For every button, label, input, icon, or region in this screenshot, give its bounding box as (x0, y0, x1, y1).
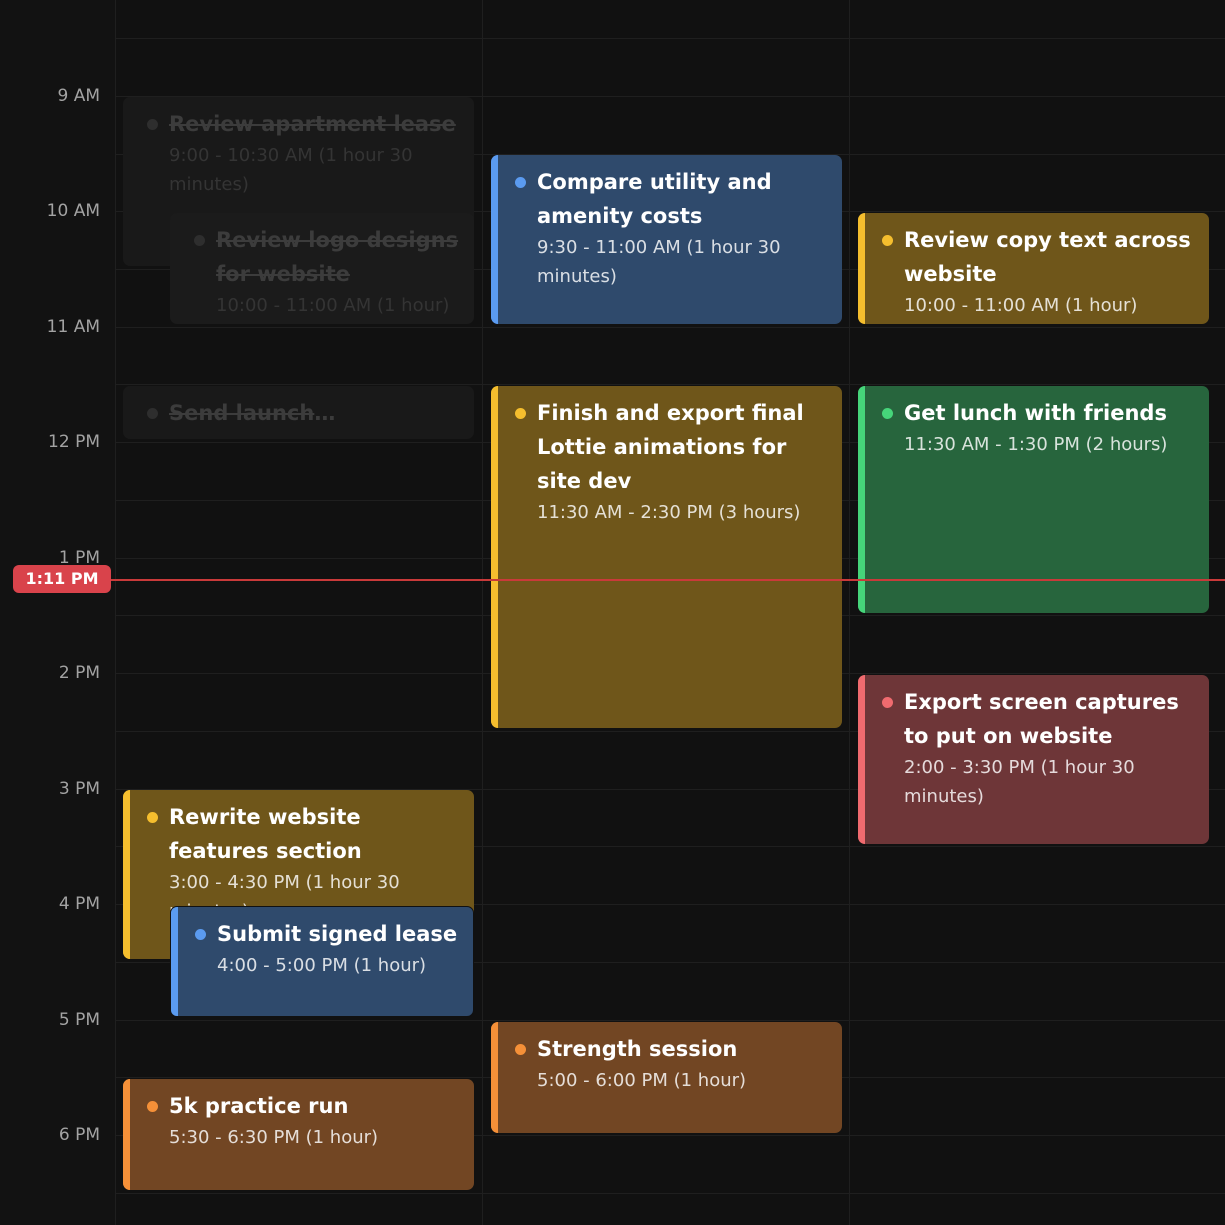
event-export-screen-captures[interactable]: Export screen captures to put on website… (858, 675, 1209, 844)
event-title: Review apartment lease (169, 112, 456, 136)
event-title: 5k practice run (169, 1094, 349, 1118)
event-review-copy-text[interactable]: Review copy text across website 10:00 - … (858, 213, 1209, 324)
event-send-launch[interactable]: Send launch ... 11:30 AM - 12 (123, 386, 474, 439)
event-color-bar (171, 907, 178, 1016)
hour-label: 2 PM (58, 663, 100, 683)
grid-line (115, 384, 1225, 385)
event-color-bar (491, 1022, 498, 1133)
hour-label: 6 PM (58, 1125, 100, 1145)
event-dot (515, 1044, 526, 1055)
event-color-bar (491, 155, 498, 324)
hour-label: 12 PM (48, 432, 100, 452)
event-time: 11:30 AM - 1:30 PM (2 hours) (904, 434, 1168, 455)
hour-label: 11 AM (46, 317, 100, 337)
hour-label: 3 PM (58, 779, 100, 799)
event-time: 10:00 - 11:00 AM (1 hour) (904, 295, 1138, 316)
event-compare-utility[interactable]: Compare utility and amenity costs 9:30 -… (491, 155, 842, 324)
event-time: 9:00 - 10:30 AM (1 hour 30 minutes) (169, 145, 413, 195)
event-time: 10:00 - 11:00 AM (1 hour) (216, 295, 450, 316)
event-title: Send launch ... (169, 401, 339, 425)
event-time: 5:30 - 6:30 PM (1 hour) (169, 1127, 379, 1148)
grid-line (115, 38, 1225, 39)
event-time: 5:00 - 6:00 PM (1 hour) (537, 1070, 747, 1091)
event-title: Get lunch with friends (904, 401, 1167, 425)
event-dot (194, 235, 205, 246)
event-time: 2:00 - 3:30 PM (1 hour 30 minutes) (904, 757, 1135, 807)
event-title: Review logo designs for website (216, 228, 459, 286)
grid-line (115, 1193, 1225, 1194)
column-divider (115, 0, 116, 1225)
event-submit-signed-lease[interactable]: Submit signed lease 4:00 - 5:00 PM (1 ho… (170, 906, 474, 1017)
grid-line (115, 327, 1225, 328)
event-dot (147, 408, 158, 419)
event-color-bar (123, 790, 130, 959)
hour-label: 10 AM (46, 201, 100, 221)
event-time: 11:30 AM - 12 (181, 430, 307, 439)
event-color-bar (123, 1079, 130, 1190)
event-color-bar (858, 675, 865, 844)
event-dot (195, 929, 206, 940)
event-dot (515, 408, 526, 419)
event-dot (882, 235, 893, 246)
event-title: Export screen captures to put on website (904, 690, 1179, 748)
event-title: Rewrite website features section (169, 805, 362, 863)
event-title: Review copy text across website (904, 228, 1191, 286)
current-time-badge: 1:11 PM (13, 565, 111, 593)
event-dot (882, 408, 893, 419)
event-dot (147, 1101, 158, 1112)
column-divider (482, 0, 483, 1225)
event-time: 4:00 - 5:00 PM (1 hour) (217, 955, 427, 976)
current-time-line (110, 579, 1225, 581)
hour-label: 5 PM (58, 1010, 100, 1030)
grid-line (115, 1020, 1225, 1021)
event-dot (882, 697, 893, 708)
event-finish-lottie[interactable]: Finish and export final Lottie animation… (491, 386, 842, 728)
event-title: Submit signed lease (217, 922, 458, 946)
event-dot (515, 177, 526, 188)
column-divider (849, 0, 850, 1225)
event-dot (147, 119, 158, 130)
event-title: Strength session (537, 1037, 738, 1061)
event-title: Compare utility and amenity costs (537, 170, 772, 228)
event-strength-session[interactable]: Strength session 5:00 - 6:00 PM (1 hour) (491, 1022, 842, 1133)
event-title: Finish and export final Lottie animation… (537, 401, 804, 493)
time-gutter (0, 0, 115, 1225)
event-color-bar (858, 213, 865, 324)
event-5k-practice-run[interactable]: 5k practice run 5:30 - 6:30 PM (1 hour) (123, 1079, 474, 1190)
event-time: 11:30 AM - 2:30 PM (3 hours) (537, 502, 801, 523)
event-color-bar (491, 386, 498, 728)
calendar-day-view: 9 AM 10 AM 11 AM 12 PM 1 PM 2 PM 3 PM 4 … (0, 0, 1225, 1225)
event-dot (147, 812, 158, 823)
hour-label: 9 AM (57, 86, 100, 106)
hour-label: 4 PM (58, 894, 100, 914)
event-review-logo-designs[interactable]: Review logo designs for website 10:00 - … (170, 213, 474, 324)
event-time: 9:30 - 11:00 AM (1 hour 30 minutes) (537, 237, 781, 287)
